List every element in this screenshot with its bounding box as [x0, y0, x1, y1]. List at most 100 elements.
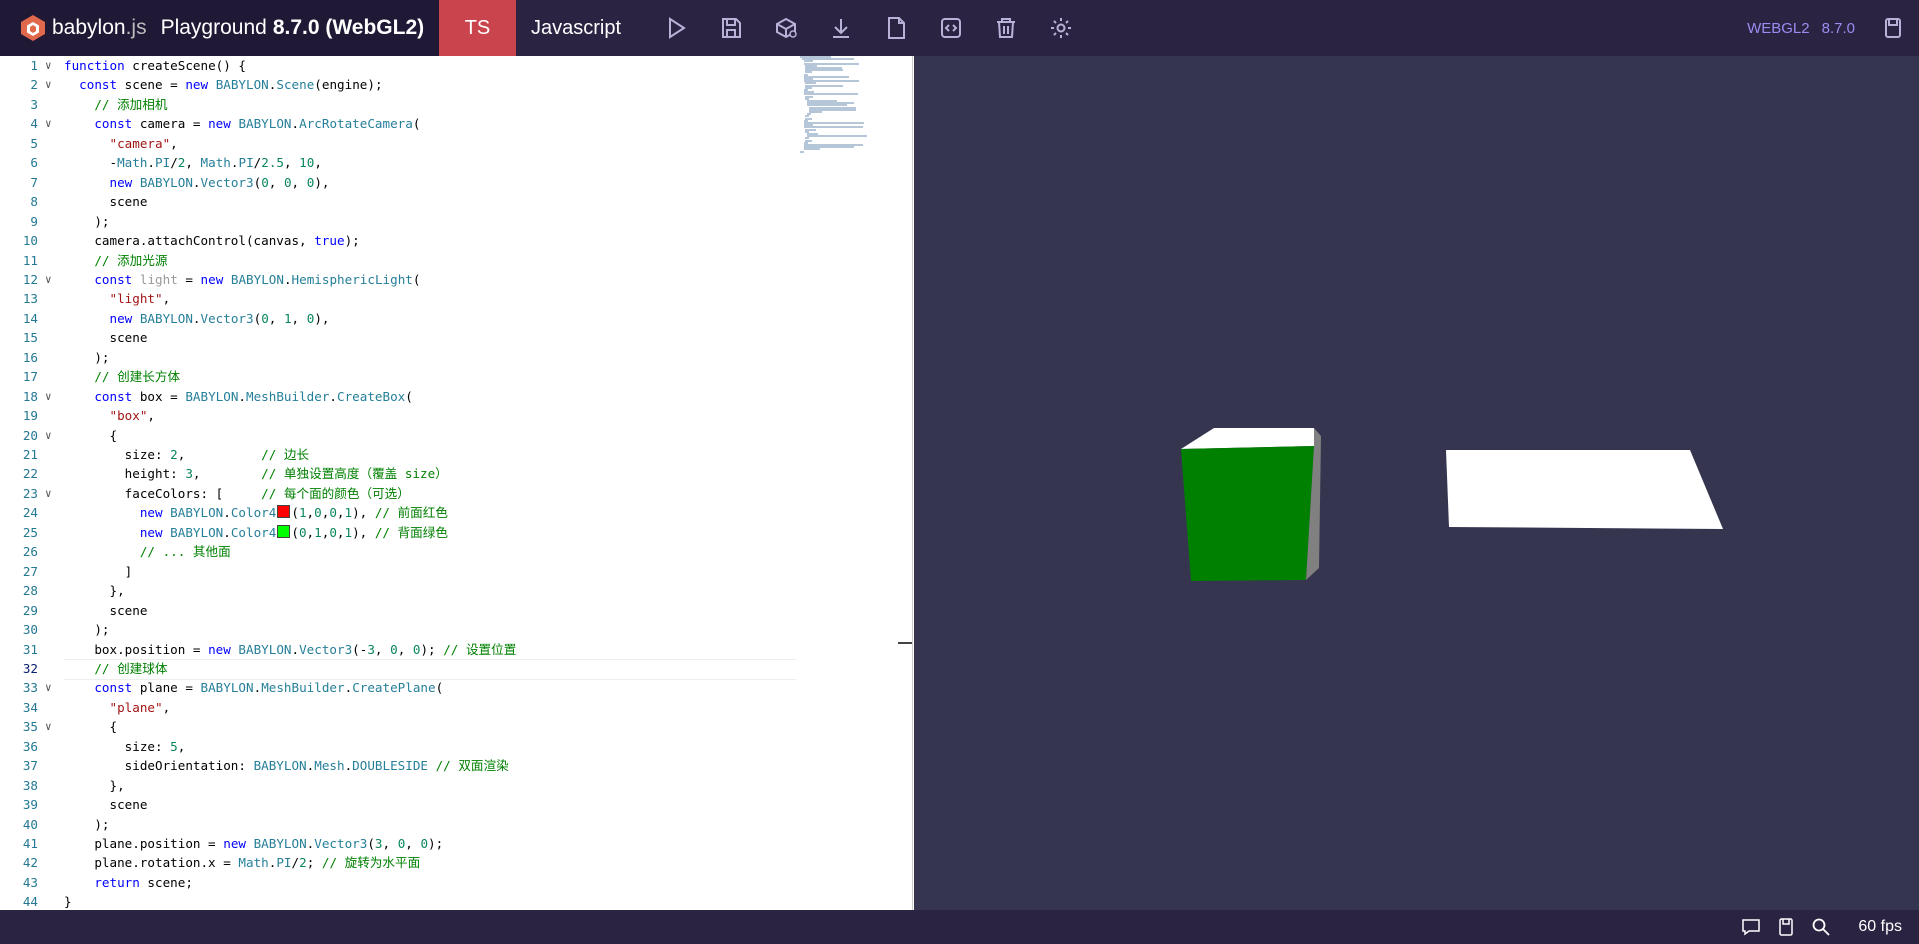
- code-text[interactable]: const camera = new BABYLON.ArcRotateCame…: [64, 114, 420, 133]
- code-line[interactable]: 12 ∨ const light = new BABYLON.Hemispheri…: [0, 270, 800, 289]
- code-text[interactable]: height: 3, // 单独设置高度（覆盖 size）: [64, 464, 448, 483]
- code-text[interactable]: },: [64, 581, 124, 600]
- code-line[interactable]: 9 );: [0, 212, 800, 231]
- scrollbar-marker[interactable]: [898, 642, 912, 644]
- code-line[interactable]: 30 );: [0, 620, 800, 639]
- code-text[interactable]: );: [64, 212, 109, 231]
- code-line[interactable]: 23 ∨ faceColors: [ // 每个面的颜色（可选）: [0, 484, 800, 503]
- code-line[interactable]: 28 },: [0, 581, 800, 600]
- code-text[interactable]: "light",: [64, 289, 171, 308]
- tab-javascript[interactable]: Javascript: [516, 0, 636, 56]
- code-line[interactable]: 35 ∨ {: [0, 717, 800, 736]
- code-line[interactable]: 20 ∨ {: [0, 426, 800, 445]
- code-text[interactable]: plane.rotation.x = Math.PI/2; // 旋转为水平面: [64, 853, 420, 872]
- code-line[interactable]: 32 // 创建球体: [0, 658, 800, 680]
- code-text[interactable]: camera.attachControl(canvas, true);: [64, 231, 359, 250]
- play-icon[interactable]: [664, 16, 688, 40]
- code-line[interactable]: 34 "plane",: [0, 698, 800, 717]
- code-text[interactable]: new BABYLON.Vector3(0, 1, 0),: [64, 309, 330, 328]
- code-text[interactable]: -Math.PI/2, Math.PI/2.5, 10,: [64, 153, 321, 172]
- code-text[interactable]: box.position = new BABYLON.Vector3(-3, 0…: [64, 640, 516, 659]
- code-text[interactable]: );: [64, 815, 109, 834]
- code-line[interactable]: 33 ∨ const plane = BABYLON.MeshBuilder.Cr…: [0, 678, 800, 697]
- code-text[interactable]: scene: [64, 328, 147, 347]
- code-line[interactable]: 4 ∨ const camera = new BABYLON.ArcRotateC…: [0, 114, 800, 133]
- code-line[interactable]: 11 // 添加光源: [0, 251, 800, 270]
- code-line[interactable]: 18 ∨ const box = BABYLON.MeshBuilder.Crea…: [0, 387, 800, 406]
- code-line[interactable]: 6 -Math.PI/2, Math.PI/2.5, 10,: [0, 153, 800, 172]
- minimap[interactable]: [800, 56, 904, 156]
- code-text[interactable]: {: [64, 426, 117, 445]
- inspector-icon[interactable]: [774, 16, 798, 40]
- code-line[interactable]: 5 "camera",: [0, 134, 800, 153]
- code-line[interactable]: 8 scene: [0, 192, 800, 211]
- code-line[interactable]: 19 "box",: [0, 406, 800, 425]
- delete-icon[interactable]: [994, 16, 1018, 40]
- code-text[interactable]: // 添加光源: [64, 251, 167, 270]
- code-line[interactable]: 14 new BABYLON.Vector3(0, 1, 0),: [0, 309, 800, 328]
- code-text[interactable]: {: [64, 717, 117, 736]
- code-line[interactable]: 39 scene: [0, 795, 800, 814]
- code-text[interactable]: function createScene() {: [64, 56, 246, 75]
- color-swatch[interactable]: [277, 524, 291, 538]
- code-text[interactable]: );: [64, 348, 109, 367]
- code-text[interactable]: const plane = BABYLON.MeshBuilder.Create…: [64, 678, 443, 697]
- code-line[interactable]: 31 box.position = new BABYLON.Vector3(-3…: [0, 640, 800, 659]
- color-swatch[interactable]: [277, 505, 291, 519]
- fold-chevron-icon[interactable]: ∨: [45, 114, 57, 133]
- code-text[interactable]: // 添加相机: [64, 95, 167, 114]
- code-line[interactable]: 21 size: 2, // 边长: [0, 445, 800, 464]
- fold-chevron-icon[interactable]: ∨: [45, 426, 57, 445]
- fold-chevron-icon[interactable]: ∨: [45, 678, 57, 697]
- new-file-icon[interactable]: [884, 16, 908, 40]
- code-line[interactable]: 27 ]: [0, 562, 800, 581]
- code-line[interactable]: 10 camera.attachControl(canvas, true);: [0, 231, 800, 250]
- code-line[interactable]: 24 new BABYLON.Color4 (1,0,0,1), // 前面红色: [0, 503, 800, 522]
- code-text[interactable]: const scene = new BABYLON.Scene(engine);: [64, 75, 382, 94]
- tab-ts[interactable]: TS: [439, 0, 516, 56]
- code-text[interactable]: },: [64, 776, 124, 795]
- code-line[interactable]: 2 ∨ const scene = new BABYLON.Scene(engin…: [0, 75, 800, 94]
- code-line[interactable]: 44}: [0, 892, 800, 910]
- code-text[interactable]: );: [64, 620, 109, 639]
- render-canvas[interactable]: [914, 56, 1919, 910]
- book-icon[interactable]: [1776, 917, 1796, 937]
- code-line[interactable]: 3 // 添加相机: [0, 95, 800, 114]
- code-text[interactable]: size: 5,: [64, 737, 186, 756]
- scene-render[interactable]: [914, 56, 1919, 910]
- code-text[interactable]: plane.position = new BABYLON.Vector3(3, …: [64, 834, 443, 853]
- code-line[interactable]: 15 scene: [0, 328, 800, 347]
- code-text[interactable]: }: [64, 892, 72, 910]
- code-text[interactable]: scene: [64, 795, 147, 814]
- fold-chevron-icon[interactable]: ∨: [45, 387, 57, 406]
- code-text[interactable]: faceColors: [ // 每个面的颜色（可选）: [64, 484, 410, 503]
- code-text[interactable]: new BABYLON.Vector3(0, 0, 0),: [64, 173, 330, 192]
- search-icon[interactable]: [1811, 917, 1831, 937]
- fold-chevron-icon[interactable]: ∨: [45, 717, 57, 736]
- code-text[interactable]: size: 2, // 边长: [64, 445, 309, 464]
- code-text[interactable]: ]: [64, 562, 133, 581]
- fold-chevron-icon[interactable]: ∨: [45, 56, 57, 75]
- code-line[interactable]: 40 );: [0, 815, 800, 834]
- comment-icon[interactable]: [1741, 917, 1761, 937]
- documentation-icon[interactable]: [1881, 16, 1905, 40]
- code-line[interactable]: 41 plane.position = new BABYLON.Vector3(…: [0, 834, 800, 853]
- code-text[interactable]: new BABYLON.Color4 (0,1,0,1), // 背面绿色: [64, 523, 448, 542]
- code-line[interactable]: 7 new BABYLON.Vector3(0, 0, 0),: [0, 173, 800, 192]
- code-line[interactable]: 17 // 创建长方体: [0, 367, 800, 386]
- fold-chevron-icon[interactable]: ∨: [45, 270, 57, 289]
- code-text[interactable]: "camera",: [64, 134, 178, 153]
- code-text[interactable]: const box = BABYLON.MeshBuilder.CreateBo…: [64, 387, 413, 406]
- code-line[interactable]: 26 // ... 其他面: [0, 542, 800, 561]
- fold-chevron-icon[interactable]: ∨: [45, 484, 57, 503]
- format-code-icon[interactable]: [939, 16, 963, 40]
- code-text[interactable]: scene: [64, 192, 147, 211]
- code-text[interactable]: // 创建长方体: [64, 367, 180, 386]
- code-line[interactable]: 25 new BABYLON.Color4 (0,1,0,1), // 背面绿色: [0, 523, 800, 542]
- code-text[interactable]: // ... 其他面: [64, 542, 231, 561]
- code-line[interactable]: 16 );: [0, 348, 800, 367]
- download-icon[interactable]: [829, 16, 853, 40]
- code-text[interactable]: return scene;: [64, 873, 193, 892]
- code-line[interactable]: 42 plane.rotation.x = Math.PI/2; // 旋转为水…: [0, 853, 800, 872]
- code-text[interactable]: "plane",: [64, 698, 171, 717]
